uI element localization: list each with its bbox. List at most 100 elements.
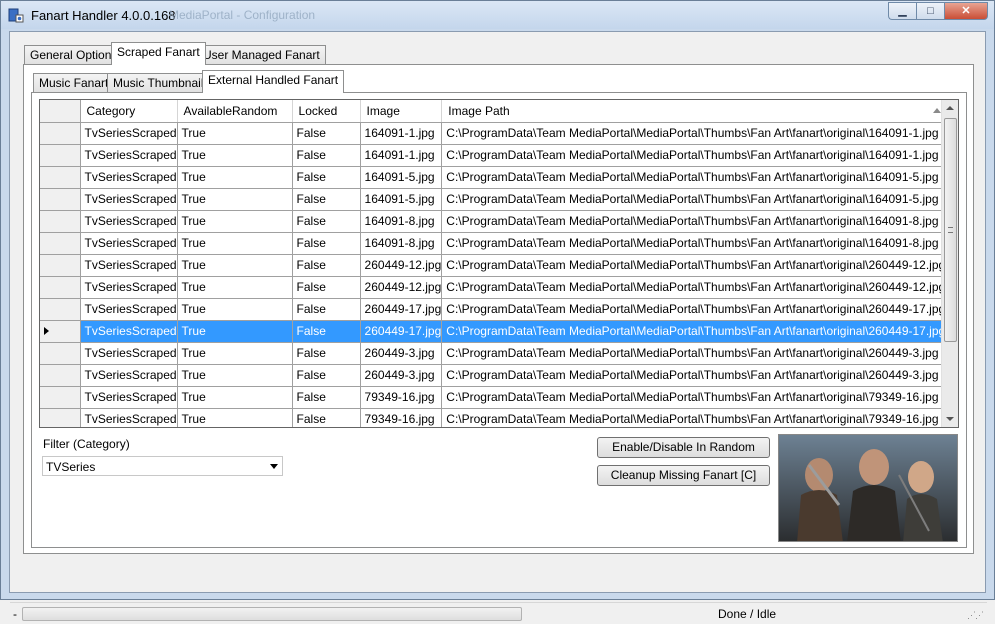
cell-locked[interactable]: False — [292, 254, 361, 277]
cell-image[interactable]: 164091-1.jpg — [360, 122, 443, 145]
cell-image[interactable]: 260449-3.jpg — [360, 342, 443, 365]
cell-image-path[interactable]: C:\ProgramData\Team MediaPortal\MediaPor… — [441, 144, 947, 167]
tab-external-handled-fanart[interactable]: External Handled Fanart — [202, 70, 345, 93]
cell-image[interactable]: 164091-8.jpg — [360, 210, 443, 233]
cell-locked[interactable]: False — [292, 210, 361, 233]
row-header-corner[interactable] — [40, 100, 81, 123]
cell-image[interactable]: 164091-1.jpg — [360, 144, 443, 167]
cell-image[interactable]: 260449-17.jpg — [360, 298, 443, 321]
cell-category[interactable]: TvSeriesScraped — [80, 254, 178, 277]
table-row[interactable]: TvSeriesScraped True False 79349-16.jpg C:\P… — [40, 386, 947, 409]
table-row[interactable]: TvSeriesScraped True False 260449-12.jpg C:\… — [40, 276, 947, 299]
column-header-available-random[interactable]: AvailableRandom — [177, 100, 293, 123]
cell-locked[interactable]: False — [292, 408, 361, 427]
cell-available-random[interactable]: True — [177, 408, 293, 427]
cell-category[interactable]: TvSeriesScraped — [80, 276, 178, 299]
cell-category[interactable]: TvSeriesScraped — [80, 386, 178, 409]
row-header[interactable] — [40, 188, 81, 211]
cell-available-random[interactable]: True — [177, 320, 293, 343]
cleanup-missing-fanart-button[interactable]: Cleanup Missing Fanart [C] — [597, 465, 770, 486]
cell-locked[interactable]: False — [292, 298, 361, 321]
table-row[interactable]: TvSeriesScraped True False 260449-17.jpg C:\… — [40, 320, 947, 343]
cell-image[interactable]: 164091-8.jpg — [360, 232, 443, 255]
cell-category[interactable]: TvSeriesScraped — [80, 232, 178, 255]
cell-locked[interactable]: False — [292, 144, 361, 167]
cell-available-random[interactable]: True — [177, 342, 293, 365]
cell-image[interactable]: 260449-3.jpg — [360, 364, 443, 387]
tab-scraped-fanart[interactable]: Scraped Fanart — [111, 42, 206, 65]
cell-category[interactable]: TvSeriesScraped — [80, 122, 178, 145]
cell-available-random[interactable]: True — [177, 254, 293, 277]
cell-image[interactable]: 260449-12.jpg — [360, 276, 443, 299]
cell-category[interactable]: TvSeriesScraped — [80, 210, 178, 233]
cell-image[interactable]: 260449-17.jpg — [360, 320, 443, 343]
cell-image[interactable]: 79349-16.jpg — [360, 408, 443, 427]
cell-image-path[interactable]: C:\ProgramData\Team MediaPortal\MediaPor… — [441, 364, 947, 387]
row-header[interactable] — [40, 276, 81, 299]
scroll-thumb[interactable] — [944, 118, 957, 342]
cell-category[interactable]: TvSeriesScraped — [80, 144, 178, 167]
scroll-down-icon[interactable] — [946, 417, 954, 421]
title-bar[interactable]: Fanart Handler 4.0.0.168 MediaPortal - C… — [1, 1, 994, 29]
fanart-data-grid[interactable]: Category AvailableRandom Locked Image Im… — [39, 99, 959, 428]
resize-grip-icon[interactable]: ⋰⋰ — [967, 610, 984, 621]
cell-image-path[interactable]: C:\ProgramData\Team MediaPortal\MediaPor… — [441, 232, 947, 255]
cell-available-random[interactable]: True — [177, 298, 293, 321]
cell-available-random[interactable]: True — [177, 188, 293, 211]
row-header[interactable] — [40, 232, 81, 255]
cell-available-random[interactable]: True — [177, 364, 293, 387]
cell-locked[interactable]: False — [292, 342, 361, 365]
cell-locked[interactable]: False — [292, 122, 361, 145]
column-header-category[interactable]: Category — [80, 100, 178, 123]
row-header[interactable] — [40, 320, 81, 343]
table-row[interactable]: TvSeriesScraped True False 260449-3.jpg C:\P… — [40, 364, 947, 387]
cell-image[interactable]: 164091-5.jpg — [360, 188, 443, 211]
row-header[interactable] — [40, 386, 81, 409]
row-header[interactable] — [40, 144, 81, 167]
row-header[interactable] — [40, 342, 81, 365]
tab-music-fanart[interactable]: Music Fanart — [33, 73, 115, 93]
table-row[interactable]: TvSeriesScraped True False 164091-1.jpg C:\P… — [40, 144, 947, 167]
cell-image-path[interactable]: C:\ProgramData\Team MediaPortal\MediaPor… — [441, 166, 947, 189]
cell-available-random[interactable]: True — [177, 210, 293, 233]
table-row[interactable]: TvSeriesScraped True False 164091-5.jpg C:\P… — [40, 166, 947, 189]
row-header[interactable] — [40, 254, 81, 277]
cell-category[interactable]: TvSeriesScraped — [80, 298, 178, 321]
table-row[interactable]: TvSeriesScraped True False 260449-3.jpg C:\P… — [40, 342, 947, 365]
cell-image[interactable]: 79349-16.jpg — [360, 386, 443, 409]
cell-available-random[interactable]: True — [177, 166, 293, 189]
cell-image-path[interactable]: C:\ProgramData\Team MediaPortal\MediaPor… — [441, 254, 947, 277]
column-header-image[interactable]: Image — [360, 100, 443, 123]
cell-category[interactable]: TvSeriesScraped — [80, 188, 178, 211]
cell-image-path[interactable]: C:\ProgramData\Team MediaPortal\MediaPor… — [441, 210, 947, 233]
close-button[interactable]: ✕ — [944, 2, 988, 20]
row-header[interactable] — [40, 364, 81, 387]
cell-locked[interactable]: False — [292, 364, 361, 387]
cell-locked[interactable]: False — [292, 276, 361, 299]
table-row[interactable]: TvSeriesScraped True False 260449-17.jpg C:\… — [40, 298, 947, 321]
cell-category[interactable]: TvSeriesScraped — [80, 408, 178, 427]
row-header[interactable] — [40, 298, 81, 321]
table-row[interactable]: TvSeriesScraped True False 164091-1.jpg C:\P… — [40, 122, 947, 145]
cell-image-path[interactable]: C:\ProgramData\Team MediaPortal\MediaPor… — [441, 276, 947, 299]
table-row[interactable]: TvSeriesScraped True False 260449-12.jpg C:\… — [40, 254, 947, 277]
row-header[interactable] — [40, 408, 81, 427]
cell-available-random[interactable]: True — [177, 122, 293, 145]
cell-image-path[interactable]: C:\ProgramData\Team MediaPortal\MediaPor… — [441, 342, 947, 365]
cell-available-random[interactable]: True — [177, 276, 293, 299]
row-header[interactable] — [40, 166, 81, 189]
cell-available-random[interactable]: True — [177, 232, 293, 255]
cell-available-random[interactable]: True — [177, 144, 293, 167]
cell-image[interactable]: 164091-5.jpg — [360, 166, 443, 189]
cell-image-path[interactable]: C:\ProgramData\Team MediaPortal\MediaPor… — [441, 408, 947, 427]
table-row[interactable]: TvSeriesScraped True False 164091-8.jpg C:\P… — [40, 232, 947, 255]
toggle-random-button[interactable]: Enable/Disable In Random — [597, 437, 770, 458]
cell-image[interactable]: 260449-12.jpg — [360, 254, 443, 277]
vertical-scrollbar[interactable] — [941, 100, 958, 427]
cell-image-path[interactable]: C:\ProgramData\Team MediaPortal\MediaPor… — [441, 298, 947, 321]
table-row[interactable]: TvSeriesScraped True False 164091-8.jpg C:\P… — [40, 210, 947, 233]
cell-locked[interactable]: False — [292, 188, 361, 211]
tab-music-thumbnails[interactable]: Music Thumbnails — [107, 73, 216, 93]
column-header-locked[interactable]: Locked — [292, 100, 361, 123]
cell-locked[interactable]: False — [292, 386, 361, 409]
